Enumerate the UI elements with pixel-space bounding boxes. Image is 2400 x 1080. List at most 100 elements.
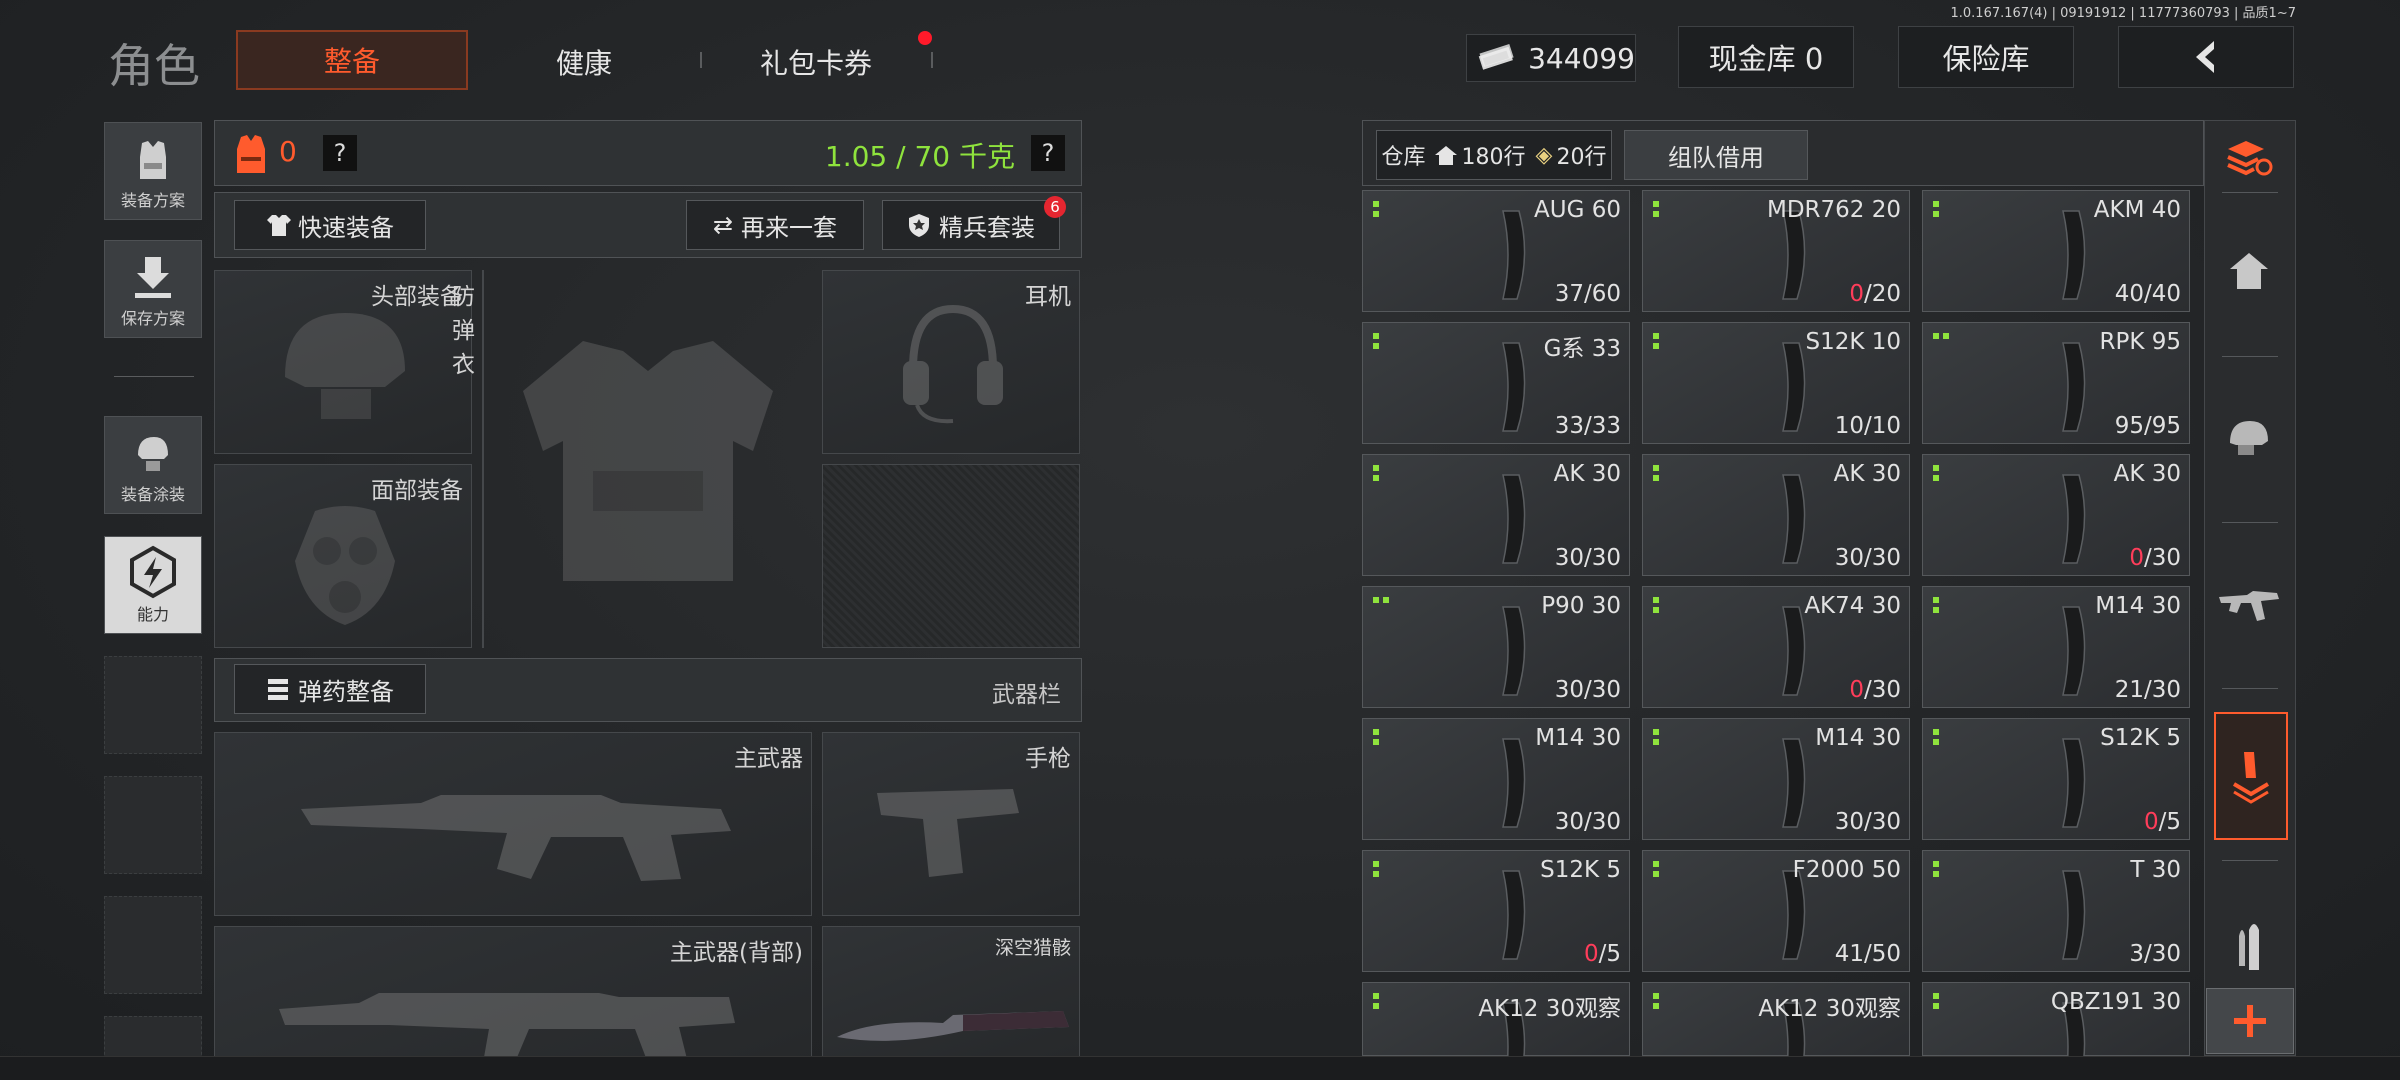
- inventory-item[interactable]: T 30 3/30: [1922, 850, 2190, 972]
- slot-label: 深空猎骸: [994, 937, 1071, 959]
- slot-primary[interactable]: 主武器: [214, 732, 812, 916]
- quick-equip-button[interactable]: 快速装备: [234, 200, 426, 250]
- back-button[interactable]: [2118, 26, 2294, 88]
- inventory-item[interactable]: AK74 30 0/30: [1642, 586, 1910, 708]
- currency-display[interactable]: 344099: [1466, 34, 1636, 82]
- inventory-item[interactable]: MDR762 20 0/20: [1642, 190, 1910, 312]
- filter-weapon-button[interactable]: [2206, 562, 2292, 648]
- slot-pistol[interactable]: 手枪: [822, 732, 1080, 916]
- sidebar-label: 装备涂装: [120, 485, 185, 504]
- filter-gear-button[interactable]: [2206, 394, 2292, 480]
- item-count-max: /95: [2143, 413, 2181, 439]
- inventory-item[interactable]: AUG 60 37/60: [1362, 190, 1630, 312]
- inventory-item[interactable]: AK12 30观察: [1362, 982, 1630, 1080]
- warehouse-rows-extra: 20行: [1556, 145, 1607, 170]
- sidebar-ability[interactable]: 能力: [104, 536, 202, 634]
- tab-divider: [700, 52, 702, 68]
- another-set-button[interactable]: ⇄ 再来一套: [686, 200, 864, 250]
- quality-indicator: [1653, 729, 1659, 745]
- inventory-item[interactable]: F2000 50 41/50: [1642, 850, 1910, 972]
- slot-primary-back[interactable]: 主武器(背部): [214, 926, 812, 1076]
- filter-home-button[interactable]: [2206, 228, 2292, 314]
- item-name: M14 30: [1815, 725, 1901, 751]
- inventory-item[interactable]: S12K 10 10/10: [1642, 322, 1910, 444]
- ticket-icon: ◈: [1535, 142, 1553, 168]
- sidebar-label: 能力: [136, 605, 169, 624]
- inventory-item[interactable]: AK 30 30/30: [1642, 454, 1910, 576]
- team-borrow-tab[interactable]: 组队借用: [1624, 130, 1808, 180]
- item-name: RPK 95: [2099, 329, 2181, 355]
- tab-loadout[interactable]: 整备: [236, 30, 468, 90]
- inventory-item[interactable]: M14 30 30/30: [1362, 718, 1630, 840]
- item-count: 37/60: [1555, 281, 1621, 307]
- armor-icon: [237, 135, 265, 173]
- tab-health[interactable]: 健康: [556, 42, 612, 82]
- quality-indicator: [1653, 861, 1659, 877]
- slot-label: 防弹衣: [452, 284, 475, 378]
- tab-gift-coupons[interactable]: 礼包卡券: [760, 42, 872, 82]
- assault-rifle-icon: [301, 795, 731, 881]
- elite-set-button[interactable]: 精兵套装: [882, 200, 1060, 250]
- slot-empty[interactable]: [822, 464, 1080, 648]
- inventory-item[interactable]: AKM 40 40/40: [1922, 190, 2190, 312]
- item-count-max: /30: [1583, 677, 1621, 703]
- pistol-icon: [877, 789, 1019, 877]
- chevron-left-icon: [2196, 41, 2214, 73]
- slot-headset[interactable]: 耳机: [822, 270, 1080, 454]
- item-count: 0/30: [2129, 545, 2181, 571]
- quality-indicator: [1653, 201, 1659, 217]
- helmet-icon: [2230, 421, 2268, 455]
- inventory-item[interactable]: AK 30 0/30: [1922, 454, 2190, 576]
- slot-face[interactable]: 面部装备: [214, 464, 472, 648]
- item-count: 0/5: [1584, 941, 1621, 967]
- armor-help-button[interactable]: ?: [323, 135, 357, 171]
- item-count-current: 40: [2114, 281, 2144, 307]
- item-count-current: 33: [1554, 413, 1584, 439]
- sort-button[interactable]: [2206, 114, 2292, 200]
- inventory-item[interactable]: AK12 30观察: [1642, 982, 1910, 1080]
- slot-head[interactable]: 头部装备: [214, 270, 472, 454]
- sidebar-paint[interactable]: 装备涂装: [104, 416, 202, 514]
- app-root: 1.0.167.167(4) | 09191912 | 11777360793 …: [0, 0, 2400, 1080]
- inventory-item[interactable]: S12K 5 0/5: [1922, 718, 2190, 840]
- cash-vault-button[interactable]: 现金库 0: [1678, 26, 1854, 88]
- item-count-current: 0: [2129, 545, 2144, 571]
- inventory-item[interactable]: S12K 5 0/5: [1362, 850, 1630, 972]
- item-name: AUG 60: [1534, 197, 1621, 223]
- quality-indicator: [1373, 465, 1379, 481]
- insurance-vault-button[interactable]: 保险库: [1898, 26, 2074, 88]
- sidebar-loadout-plans[interactable]: 装备方案: [104, 122, 202, 220]
- rifle-icon: [2219, 591, 2279, 621]
- plus-icon: [2234, 1005, 2266, 1037]
- item-count-max: /50: [1863, 941, 1901, 967]
- headset-icon: [903, 304, 1003, 424]
- item-count-current: 30: [1554, 677, 1584, 703]
- sidebar-save-plan[interactable]: 保存方案: [104, 240, 202, 338]
- filter-unload-button[interactable]: [2214, 712, 2288, 840]
- item-name: S12K 5: [2100, 725, 2181, 751]
- warehouse-tab[interactable]: 仓库 180行 ◈ 20行: [1376, 130, 1612, 180]
- inventory-item[interactable]: M14 30 30/30: [1642, 718, 1910, 840]
- item-count: 30/30: [1555, 545, 1621, 571]
- ammo-equip-button[interactable]: 弹药整备: [234, 664, 426, 714]
- another-set-label: 再来一套: [741, 213, 838, 242]
- inventory-item[interactable]: P90 30 30/30: [1362, 586, 1630, 708]
- item-count-max: /30: [2143, 545, 2181, 571]
- slot-melee[interactable]: 深空猎骸: [822, 926, 1080, 1076]
- download-icon: [135, 257, 171, 298]
- inventory-item[interactable]: AK 30 30/30: [1362, 454, 1630, 576]
- item-count-current: 0: [2143, 809, 2159, 835]
- item-name: AK 30: [2113, 461, 2181, 487]
- bottom-bar: [0, 1056, 2400, 1080]
- inventory-item[interactable]: G系 33 33/33: [1362, 322, 1630, 444]
- slot-armor[interactable]: 防弹衣: [452, 270, 773, 648]
- inventory-item[interactable]: RPK 95 95/95: [1922, 322, 2190, 444]
- filter-ammo-button[interactable]: [2206, 904, 2292, 990]
- inventory-item[interactable]: M14 30 21/30: [1922, 586, 2190, 708]
- weight-help-button[interactable]: ?: [1031, 135, 1065, 171]
- weight-value: 1.05 / 70 千克: [824, 140, 1015, 173]
- add-button[interactable]: [2206, 988, 2294, 1054]
- ammo-stack-icon: [268, 679, 288, 700]
- inventory-item[interactable]: QBZ191 30: [1922, 982, 2190, 1080]
- quality-indicator: [1933, 465, 1939, 481]
